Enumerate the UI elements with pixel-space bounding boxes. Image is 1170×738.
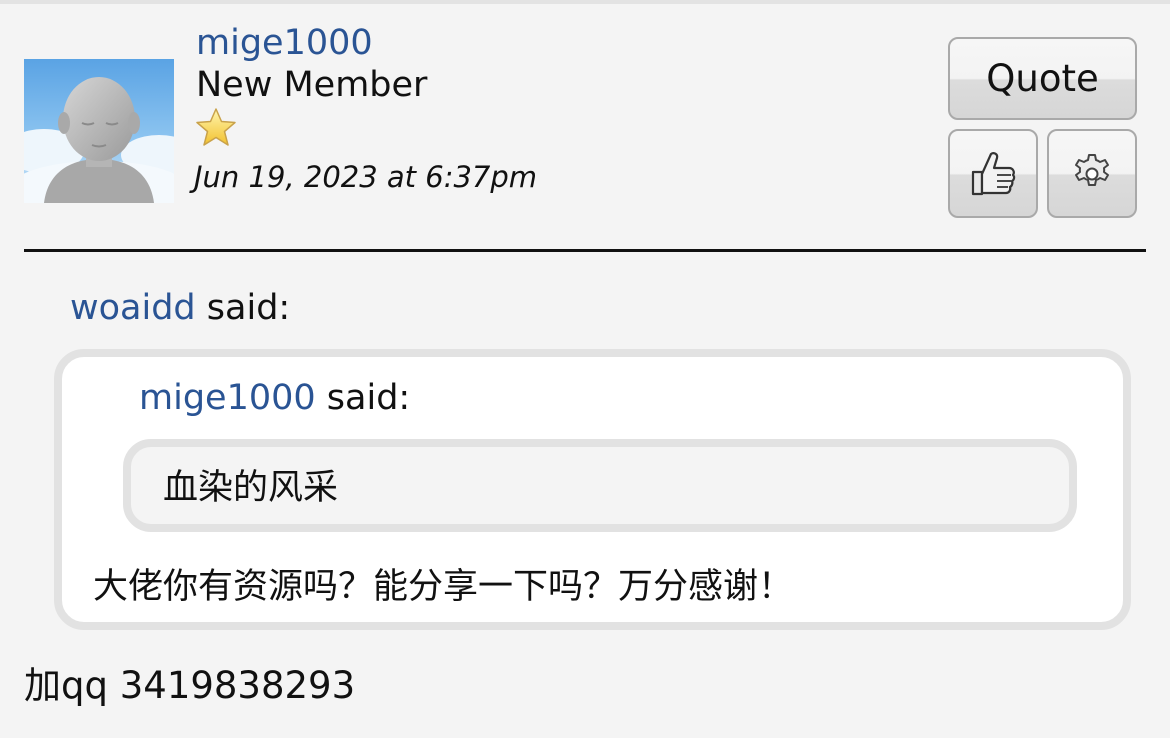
- default-avatar-icon: [24, 59, 174, 203]
- nested-quote-text: 血染的风采: [163, 468, 339, 508]
- quote-attribution: woaidd said:: [70, 287, 290, 329]
- thumbs-up-icon: [971, 151, 1016, 195]
- top-border: [0, 0, 1170, 4]
- star-icon: [196, 108, 236, 146]
- author-link[interactable]: mige1000: [196, 22, 373, 64]
- quote-text: 大佬你有资源吗？能分享一下吗？万分感谢！: [93, 567, 794, 607]
- quoted-author-link[interactable]: woaidd: [70, 288, 196, 328]
- said-label: said:: [206, 288, 291, 328]
- nested-quoted-author-link[interactable]: mige1000: [139, 378, 316, 418]
- options-button[interactable]: [1047, 129, 1137, 218]
- gear-icon: [1075, 153, 1109, 186]
- post-timestamp[interactable]: Jun 19, 2023 at 6:37pm: [194, 157, 537, 197]
- nested-quote-attribution: mige1000 said:: [139, 377, 410, 419]
- member-rank: New Member: [196, 65, 428, 105]
- post-body: 加qq 3419838293: [24, 664, 356, 707]
- post-divider: [24, 249, 1146, 252]
- avatar[interactable]: [24, 59, 174, 203]
- like-button[interactable]: [948, 129, 1038, 218]
- quote-button[interactable]: Quote: [948, 37, 1137, 120]
- said-label: said:: [326, 378, 411, 418]
